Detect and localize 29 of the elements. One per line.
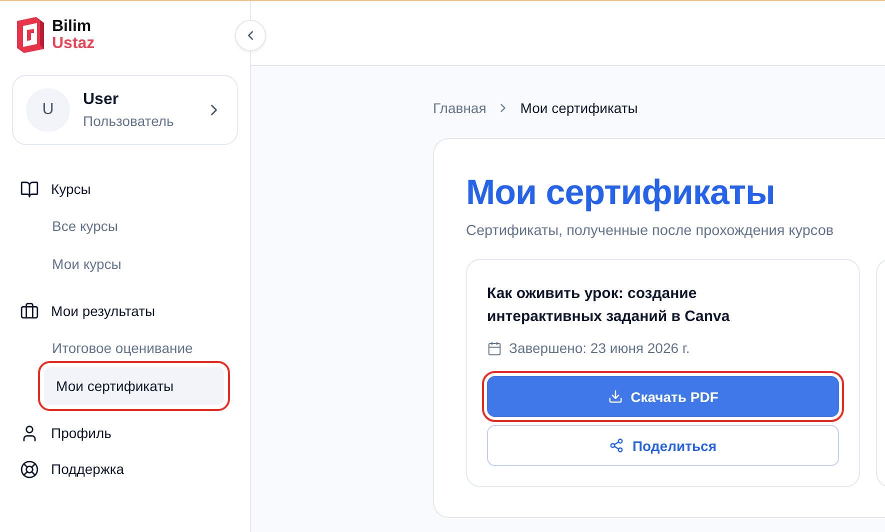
breadcrumb-link[interactable]: Мои сертификаты: [520, 100, 638, 116]
user-name: User: [83, 91, 120, 109]
breadcrumb-link[interactable]: Главная: [433, 100, 486, 116]
nav-subitem[interactable]: Все курсы: [40, 207, 238, 245]
nav-item[interactable]: Профиль: [12, 415, 238, 451]
collapse-button[interactable]: [235, 20, 266, 51]
share-button[interactable]: Поделиться: [487, 425, 839, 466]
nav-subitem[interactable]: Мои сертификаты: [44, 367, 224, 405]
share-icon: [609, 438, 624, 453]
lifebuoy-icon: [20, 460, 39, 478]
certificate-title: Как оживить урок: создание интерактивных заданий в Canva: [487, 284, 731, 327]
nav-item[interactable]: Курсы: [12, 171, 238, 207]
download-icon: [608, 389, 623, 404]
nav-item[interactable]: Поддержка: [12, 451, 238, 487]
book-icon: [20, 180, 39, 198]
nav-subitem[interactable]: Итоговое оценивание: [40, 329, 238, 367]
user-card[interactable]: U User Пользователь: [12, 75, 238, 145]
person-icon: [20, 424, 39, 442]
calendar-icon: [487, 340, 502, 356]
avatar: U: [26, 88, 70, 132]
nav-item[interactable]: Мои результаты: [12, 293, 238, 329]
page-title: Мои сертификаты: [466, 173, 776, 213]
completion-date: Завершено: 23 июня 2026 г.: [509, 340, 690, 356]
nav-subitem[interactable]: Мои курсы: [40, 245, 238, 283]
user-role: Пользователь: [83, 113, 175, 129]
briefcase-icon: [20, 302, 39, 320]
logo-text: Ustaz: [52, 35, 95, 52]
logo-text: Bilim: [52, 18, 92, 35]
page-subtitle: Сертификаты, полученные после прохождения курсов: [466, 223, 835, 239]
